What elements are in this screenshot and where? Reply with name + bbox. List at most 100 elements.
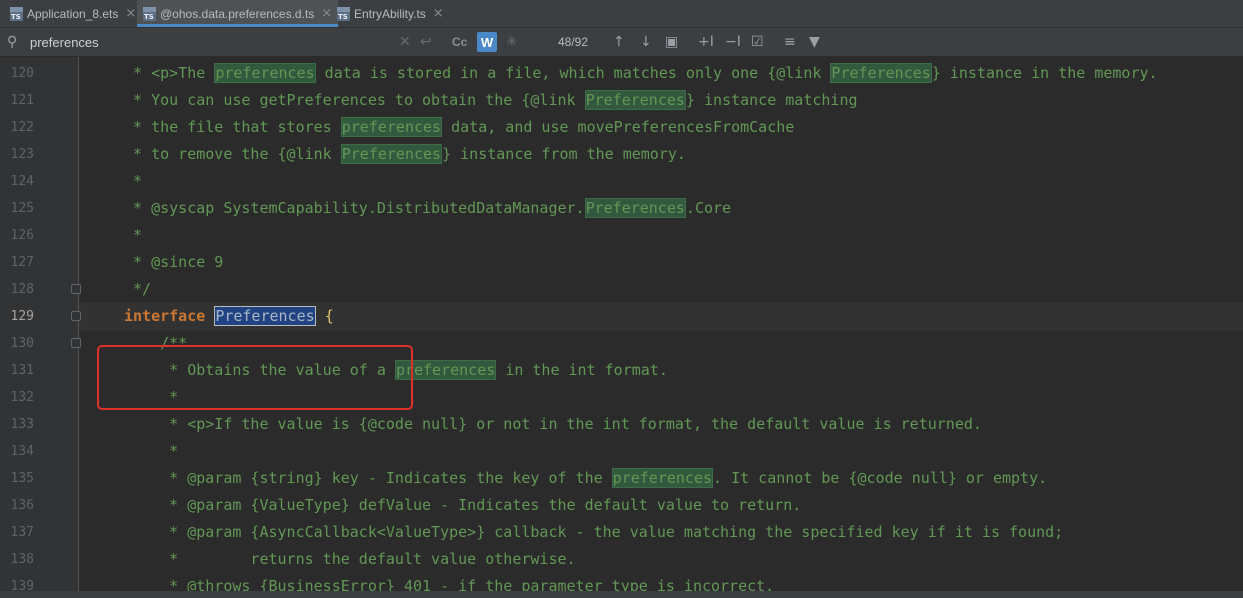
tab-label: Application_8.ets <box>27 6 119 21</box>
tab-application-8[interactable]: TS Application_8.ets × <box>10 0 136 27</box>
search-match: Preferences <box>584 90 686 110</box>
fold-marker-icon[interactable] <box>71 311 81 321</box>
fold-marker-icon[interactable] <box>71 284 81 294</box>
code-token: * <p>If the value is {@code null} or not… <box>124 415 982 433</box>
code-token: * returns the default value otherwise. <box>124 550 576 568</box>
search-match: preferences <box>340 117 443 137</box>
search-match: Preferences <box>340 144 443 164</box>
clear-icon[interactable]: ✕ <box>399 28 411 56</box>
code-token: .Core <box>685 199 732 217</box>
code-token: * @param {AsyncCallback<ValueType>} call… <box>124 523 1064 541</box>
close-icon[interactable]: × <box>321 6 332 21</box>
ts-file-icon: TS <box>10 6 23 21</box>
ts-file-icon: TS <box>143 6 156 21</box>
line-number: 125 <box>10 201 34 216</box>
code-token: * <p>The <box>124 64 215 82</box>
code-token: * @syscap SystemCapability.DistributedDa… <box>124 199 585 217</box>
arrow-down-icon[interactable]: ↓ <box>640 28 652 56</box>
code-token: * to remove the {@link <box>124 145 341 163</box>
filter-icon[interactable]: ▼ <box>809 28 820 56</box>
search-match: preferences <box>611 468 714 488</box>
line-number: 130 <box>10 336 34 351</box>
add-occurrence-icon[interactable]: +I <box>698 28 714 56</box>
annotation-box <box>97 345 413 410</box>
words-button[interactable]: W <box>477 32 497 52</box>
line-number: 135 <box>10 471 34 486</box>
code-token: * <box>124 226 143 244</box>
line-number: 138 <box>10 552 34 567</box>
code-token: in the int format. <box>496 361 668 379</box>
code-line[interactable]: * <p>The preferences data is stored in a… <box>124 60 1243 87</box>
line-number: 124 <box>10 174 34 189</box>
code-token: data is stored in a file, which matches … <box>315 64 831 82</box>
code-line[interactable]: * @param {string} key - Indicates the ke… <box>124 465 1243 492</box>
tab-entry-ability[interactable]: TS EntryAbility.ts × <box>337 0 444 27</box>
code-line[interactable]: */ <box>124 276 1243 303</box>
line-number: 123 <box>10 147 34 162</box>
tab-label: @ohos.data.preferences.d.ts <box>160 6 315 21</box>
line-number: 136 <box>10 498 34 513</box>
line-number: 128 <box>10 282 34 297</box>
line-number: 131 <box>10 363 34 378</box>
new-line-icon[interactable]: ↩ <box>420 28 432 56</box>
code-token: } instance in the memory. <box>931 64 1158 82</box>
code-line[interactable]: * @param {AsyncCallback<ValueType>} call… <box>124 519 1243 546</box>
search-match: Preferences <box>584 198 686 218</box>
search-input[interactable]: preferences <box>30 28 99 56</box>
line-number: 121 <box>10 93 34 108</box>
fold-marker-icon[interactable] <box>71 338 81 348</box>
filter-lines-icon[interactable]: ≡ <box>784 28 796 56</box>
select-all-occurrences-icon[interactable]: ▣ <box>665 28 678 56</box>
current-search-match: Preferences <box>214 306 316 326</box>
code-token: . It cannot be {@code null} or empty. <box>713 469 1048 487</box>
tab-ohos-data-preferences[interactable]: TS @ohos.data.preferences.d.ts × <box>137 0 339 27</box>
code-token: * <box>124 172 143 190</box>
code-token: * @since 9 <box>124 253 224 271</box>
code-line[interactable]: * You can use getPreferences to obtain t… <box>124 87 1243 114</box>
code-token: * <box>124 442 179 460</box>
find-bar: ⚲ preferences ✕ ↩ Cc W ✳ 48/92 ↑ ↓ ▣ +I … <box>0 28 1243 57</box>
code-line[interactable]: * returns the default value otherwise. <box>124 546 1243 573</box>
code-line[interactable]: * <p>If the value is {@code null} or not… <box>124 411 1243 438</box>
search-icon[interactable]: ⚲ <box>7 28 17 56</box>
code-line[interactable]: * <box>124 168 1243 195</box>
code-token: * the file that stores <box>124 118 341 136</box>
code-line[interactable]: * <box>124 222 1243 249</box>
search-match: Preferences <box>830 63 932 83</box>
code-line[interactable]: * @param {ValueType} defValue - Indicate… <box>124 492 1243 519</box>
code-token: } instance matching <box>685 91 858 109</box>
status-strip <box>0 591 1243 598</box>
code-line[interactable]: * the file that stores preferences data,… <box>124 114 1243 141</box>
code-line[interactable]: * <box>124 438 1243 465</box>
code-token: * @param {ValueType} defValue - Indicate… <box>124 496 802 514</box>
tab-label: EntryAbility.ts <box>354 6 426 21</box>
match-count: 48/92 <box>558 35 589 49</box>
remove-occurrence-icon[interactable]: −I <box>725 28 741 56</box>
line-number: 137 <box>10 525 34 540</box>
close-icon[interactable]: × <box>125 6 136 21</box>
search-match: preferences <box>214 63 316 83</box>
match-case-button[interactable]: Cc <box>452 28 467 56</box>
code-token: * @param {string} key - Indicates the ke… <box>124 469 612 487</box>
line-number: 127 <box>10 255 34 270</box>
code-line[interactable]: * @syscap SystemCapability.DistributedDa… <box>124 195 1243 222</box>
close-icon[interactable]: × <box>433 6 444 21</box>
ts-file-icon: TS <box>337 6 350 21</box>
line-number: 133 <box>10 417 34 432</box>
line-number: 132 <box>10 390 34 405</box>
code-line[interactable]: * @since 9 <box>124 249 1243 276</box>
code-token: { <box>324 307 334 325</box>
select-all-icon[interactable]: ☑ <box>751 28 764 56</box>
line-number: 122 <box>10 120 34 135</box>
code-token: interface <box>124 307 206 325</box>
arrow-up-icon[interactable]: ↑ <box>613 28 625 56</box>
code-token: * You can use getPreferences to obtain t… <box>124 91 585 109</box>
code-editor[interactable]: 120 * <p>The preferences data is stored … <box>0 57 1243 598</box>
code-line[interactable]: interface Preferences { <box>124 303 1243 330</box>
code-line[interactable]: * to remove the {@link Preferences} inst… <box>124 141 1243 168</box>
code-token: data, and use movePreferencesFromCache <box>442 118 795 136</box>
editor-tab-bar: TS Application_8.ets × TS @ohos.data.pre… <box>0 0 1243 28</box>
regex-icon[interactable]: ✳ <box>506 28 518 56</box>
